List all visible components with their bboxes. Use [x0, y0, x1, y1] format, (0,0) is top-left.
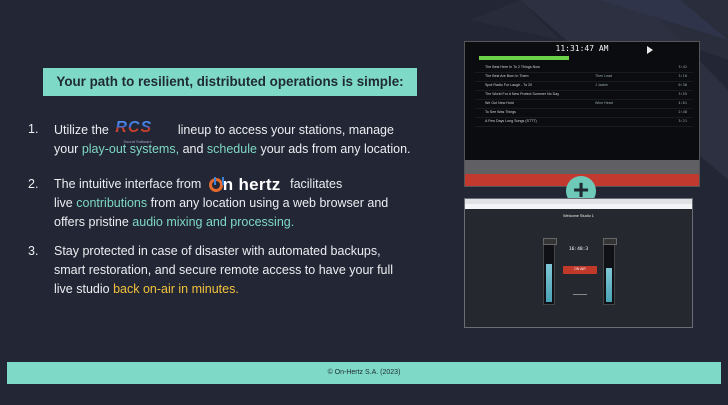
row-artist: Wine Heart — [595, 101, 613, 105]
item-text: from any location using a web browser an… — [150, 196, 389, 210]
item-text: facilitates — [290, 177, 343, 191]
play-icon — [647, 46, 653, 54]
row-duration: 3:10 — [678, 74, 687, 78]
row-duration: 2:48 — [678, 110, 687, 114]
row-duration: 3:55 — [678, 92, 687, 96]
fader-cap — [543, 238, 557, 245]
row-duration: 0:30 — [678, 83, 687, 87]
meter-level — [546, 264, 552, 302]
item-text: and — [182, 142, 204, 156]
table-row[interactable]: Spot Radio For Laugh - To 20 J Jackie 0:30 — [475, 82, 693, 91]
footer-bar: © On-Hertz S.A. (2023) — [7, 362, 721, 384]
item-text: The intuitive interface from — [54, 177, 202, 191]
onhertz-logo: n hertz — [208, 175, 281, 194]
highlight-on-air: back on-air in minutes. — [113, 282, 239, 296]
item-text: your ads from any location. — [260, 142, 411, 156]
item-number: 3. — [28, 244, 39, 258]
highlight-schedule: schedule — [206, 142, 257, 156]
table-row[interactable]: To See Was Things 2:48 — [475, 109, 693, 118]
row-duration: 3:21 — [678, 119, 687, 123]
studio-time: 16:48:3 — [568, 247, 589, 252]
studio-welcome: Welcome Studio 1 — [563, 214, 594, 218]
grid-band — [465, 160, 699, 174]
meter-right — [603, 238, 617, 305]
rcs-logo: RCS Sound Software — [115, 119, 171, 144]
onhertz-logo-text: n hertz — [222, 175, 281, 194]
item-text: live studio — [54, 282, 110, 296]
table-row[interactable]: A Few Days Long Songs (STTT) 3:21 — [475, 118, 693, 127]
item-text: Stay protected in case of disaster with … — [54, 244, 381, 258]
item-text: your — [54, 142, 79, 156]
row-title: The World For A New Protect Summer No Da… — [485, 92, 560, 96]
row-artist: J Jackie — [595, 83, 608, 87]
row-title: To See Was Things — [485, 110, 516, 114]
row-artist: Then Lead — [595, 74, 613, 78]
table-row[interactable]: The World For A New Protect Summer No Da… — [475, 91, 693, 100]
copyright-text: © On-Hertz S.A. (2023) — [327, 369, 401, 376]
item-text: smart restoration, and secure remote acc… — [54, 263, 394, 277]
rcs-logo-subtext: Sound Software — [123, 139, 152, 144]
table-row[interactable]: We Out New Hold Wine Heart 4:01 — [475, 100, 693, 109]
headline-banner: Your path to resilient, distributed oper… — [43, 68, 417, 96]
table-row[interactable]: The Best Are Born In Them Then Lead 3:10 — [475, 73, 693, 82]
playout-screenshot: 11:31:47 AM The Best Here In To 2 Things… — [464, 41, 700, 187]
highlight-contributions: contributions — [76, 196, 148, 210]
row-title: We Out New Hold — [485, 101, 514, 105]
onhertz-mark-icon — [208, 177, 224, 192]
item-text: offers pristine — [54, 215, 129, 229]
row-title: The Best Are Born In Them — [485, 74, 529, 78]
row-title: Spot Radio For Laugh - To 20 — [485, 83, 533, 87]
item-number: 1. — [28, 122, 39, 136]
progress-bar — [479, 56, 569, 60]
row-duration: 3:42 — [678, 65, 687, 69]
item-text: lineup to access your stations, manage — [177, 123, 394, 137]
highlight-audio: audio mixing and processing. — [132, 215, 295, 229]
row-title: A Few Days Long Songs (STTT) — [485, 119, 537, 123]
playout-clock: 11:31:47 AM — [555, 44, 609, 53]
item-text: live — [54, 196, 73, 210]
item-number: 2. — [28, 177, 39, 191]
item-text: Utilize the — [54, 123, 109, 137]
playlist: The Best Here In To 2 Things Now 3:42 The … — [475, 64, 693, 127]
studio-screenshot: Welcome Studio 1 16:48:3 ON AIR — [464, 198, 693, 328]
slider-track[interactable] — [573, 294, 587, 295]
meter-level — [606, 268, 612, 302]
row-duration: 4:01 — [678, 101, 687, 105]
fader-cap — [603, 238, 617, 245]
browser-addressbar — [465, 204, 692, 209]
meter-left — [543, 238, 557, 305]
table-row[interactable]: The Best Here In To 2 Things Now 3:42 — [475, 64, 693, 73]
row-title: The Best Here In To 2 Things Now — [485, 65, 540, 69]
on-air-label: ON AIR — [574, 267, 586, 271]
headline-text: Your path to resilient, distributed oper… — [56, 74, 404, 89]
